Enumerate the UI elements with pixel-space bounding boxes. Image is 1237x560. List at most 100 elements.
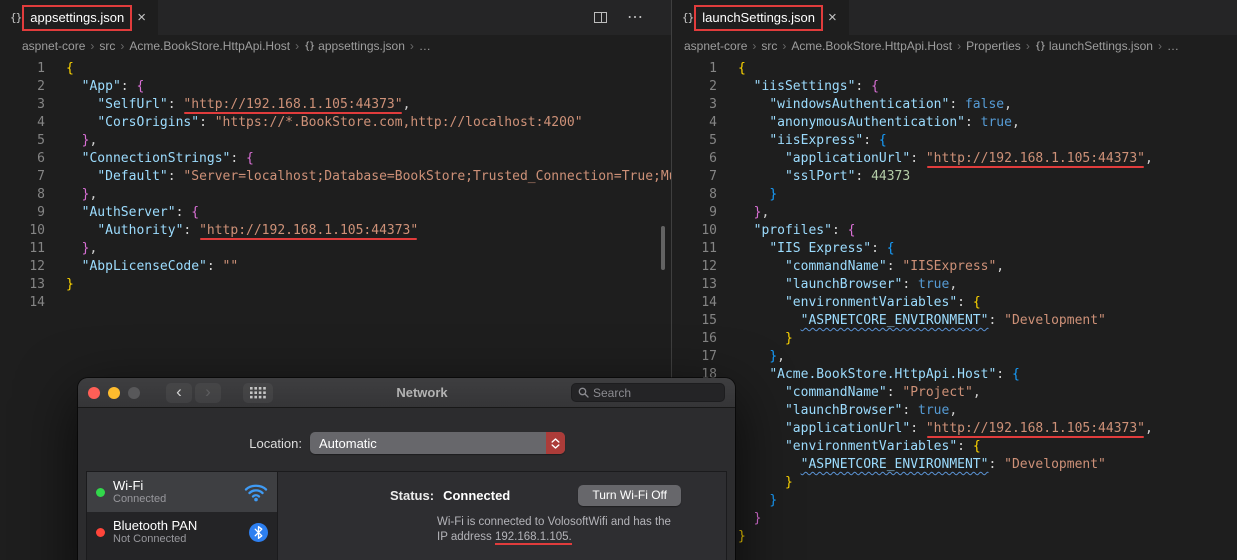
line-number: 11	[701, 241, 717, 256]
code-line[interactable]: }	[738, 492, 1237, 510]
tab-launchsettings-json[interactable]: {} launchSettings.json ×	[672, 0, 849, 35]
line-number: 10	[29, 223, 45, 238]
scrollbar-thumb[interactable]	[661, 226, 665, 270]
code-line[interactable]: "App": {	[66, 78, 671, 96]
line-number: 5	[37, 133, 45, 148]
dropdown-chevrons-icon	[546, 432, 565, 454]
code-line[interactable]: },	[66, 186, 671, 204]
code-line[interactable]: }	[738, 330, 1237, 348]
line-number: 7	[37, 169, 45, 184]
code-line[interactable]: "iisSettings": {	[738, 78, 1237, 96]
minimize-window-button[interactable]	[108, 386, 120, 399]
service-name: Wi-Fi	[113, 477, 144, 493]
code-line[interactable]: }	[66, 276, 671, 294]
code-line[interactable]: }	[738, 510, 1237, 528]
back-button[interactable]: ‹	[166, 382, 192, 403]
code-area[interactable]: 1 2 3 4 5 6 7 8 9 10 11 12 13 14 { "App": { "SelfUrl"…	[0, 57, 671, 312]
code-line[interactable]	[66, 294, 671, 312]
code-line[interactable]: }	[738, 186, 1237, 204]
code-line[interactable]: },	[738, 204, 1237, 222]
tab-bar-left: {} appsettings.json × ⋯	[0, 0, 671, 35]
code-line[interactable]: }	[738, 474, 1237, 492]
status-value: Connected	[443, 488, 511, 503]
line-number: 17	[701, 349, 717, 364]
breadcrumb-separator: ›	[409, 39, 414, 53]
description-line-1: Wi-Fi is connected to VolosoftWifi and h…	[437, 516, 671, 528]
network-service-wi-fi[interactable]: Wi-Fi Connected	[87, 472, 277, 512]
code-line[interactable]: "Authority": "http://192.168.1.105:44373…	[66, 222, 671, 240]
ip-address: 192.168.1.105.	[494, 531, 572, 545]
search-input[interactable]: Search	[571, 383, 725, 402]
breadcrumb-item[interactable]: aspnet-core	[684, 39, 747, 53]
code-line[interactable]: "environmentVariables": {	[738, 438, 1237, 456]
code-line[interactable]: "ASPNETCORE_ENVIRONMENT": "Development"	[738, 456, 1237, 474]
split-editor-icon[interactable]	[594, 12, 607, 23]
code-line[interactable]: },	[738, 348, 1237, 366]
code-line[interactable]: "AbpLicenseCode": ""	[66, 258, 671, 276]
code-line[interactable]: "IIS Express": {	[738, 240, 1237, 258]
code-line[interactable]: "CorsOrigins": "https://*.BookStore.com,…	[66, 114, 671, 132]
editor-actions: ⋯	[594, 0, 671, 35]
description-line-2: IP address	[437, 531, 495, 543]
tab-label: launchSettings.json	[694, 5, 823, 31]
close-tab-icon[interactable]: ×	[137, 9, 146, 26]
breadcrumb-item[interactable]: {} launchSettings.json	[1035, 39, 1153, 53]
screen: {} appsettings.json × ⋯ aspnet-core › src ›…	[0, 0, 1237, 560]
more-actions-icon[interactable]: ⋯	[627, 9, 643, 26]
code-line[interactable]: },	[66, 240, 671, 258]
window-titlebar[interactable]: ‹ › Network Search	[78, 378, 735, 408]
code-line[interactable]: "sslPort": 44373	[738, 168, 1237, 186]
code-area[interactable]: 1234567891011121314151617181920212223242…	[672, 57, 1237, 546]
code-line[interactable]: "commandName": "IISExpress",	[738, 258, 1237, 276]
breadcrumb-item[interactable]: Acme.BookStore.HttpApi.Host	[791, 39, 952, 53]
code-line[interactable]: "iisExpress": {	[738, 132, 1237, 150]
line-number: 4	[37, 115, 45, 130]
code-line[interactable]: "profiles": {	[738, 222, 1237, 240]
code-line[interactable]: "SelfUrl": "http://192.168.1.105:44373",	[66, 96, 671, 114]
close-tab-icon[interactable]: ×	[828, 9, 837, 26]
location-dropdown[interactable]: Automatic	[310, 432, 565, 454]
breadcrumb-item[interactable]: …	[1167, 39, 1179, 53]
line-number: 11	[29, 241, 45, 256]
code-line[interactable]: "AuthServer": {	[66, 204, 671, 222]
breadcrumb-item[interactable]: aspnet-core	[22, 39, 85, 53]
breadcrumb-item[interactable]: src	[761, 39, 777, 53]
breadcrumb-item[interactable]: {} appsettings.json	[304, 39, 405, 53]
line-number: 5	[709, 133, 717, 148]
code-line[interactable]: "environmentVariables": {	[738, 294, 1237, 312]
breadcrumb: aspnet-core › src › Acme.BookStore.HttpApi.H…	[672, 35, 1237, 57]
code-line[interactable]: "anonymousAuthentication": true,	[738, 114, 1237, 132]
code-line[interactable]: },	[66, 132, 671, 150]
code-line[interactable]: "ConnectionStrings": {	[66, 150, 671, 168]
service-text: Bluetooth PAN Not Connected	[113, 518, 241, 547]
code-line[interactable]: "launchBrowser": true,	[738, 402, 1237, 420]
code-lines: { "App": { "SelfUrl": "http://192.168.1.…	[45, 60, 671, 312]
code-line[interactable]: {	[738, 60, 1237, 78]
show-all-grid-icon[interactable]	[243, 382, 273, 403]
breadcrumb-item[interactable]: Properties	[966, 39, 1021, 53]
code-line[interactable]: {	[66, 60, 671, 78]
line-number: 8	[37, 187, 45, 202]
code-line[interactable]: "windowsAuthentication": false,	[738, 96, 1237, 114]
forward-button[interactable]: ›	[195, 382, 221, 403]
code-line[interactable]: "Default": "Server=localhost;Database=Bo…	[66, 168, 671, 186]
line-number: 8	[709, 187, 717, 202]
code-line[interactable]: "ASPNETCORE_ENVIRONMENT": "Development"	[738, 312, 1237, 330]
breadcrumb-item[interactable]: src	[99, 39, 115, 53]
breadcrumb-item[interactable]: Acme.BookStore.HttpApi.Host	[129, 39, 290, 53]
code-line[interactable]: "Acme.BookStore.HttpApi.Host": {	[738, 366, 1237, 384]
code-line[interactable]: "applicationUrl": "http://192.168.1.105:…	[738, 420, 1237, 438]
code-line[interactable]: "applicationUrl": "http://192.168.1.105:…	[738, 150, 1237, 168]
code-line[interactable]: "commandName": "Project",	[738, 384, 1237, 402]
zoom-window-button[interactable]	[128, 386, 140, 399]
tab-appsettings-json[interactable]: {} appsettings.json ×	[0, 0, 158, 35]
network-window: ‹ › Network Search Location: Automatic W…	[78, 378, 735, 560]
network-service-bluetooth-pan[interactable]: Bluetooth PAN Not Connected	[87, 512, 277, 552]
turn-wifi-off-button[interactable]: Turn Wi-Fi Off	[578, 485, 681, 506]
breadcrumb-separator: ›	[752, 39, 757, 53]
network-detail-panel: Status: Connected Turn Wi-Fi Off Wi-Fi i…	[278, 471, 727, 560]
code-line[interactable]: }	[738, 528, 1237, 546]
breadcrumb-item[interactable]: …	[419, 39, 431, 53]
code-line[interactable]: "launchBrowser": true,	[738, 276, 1237, 294]
close-window-button[interactable]	[88, 386, 100, 399]
